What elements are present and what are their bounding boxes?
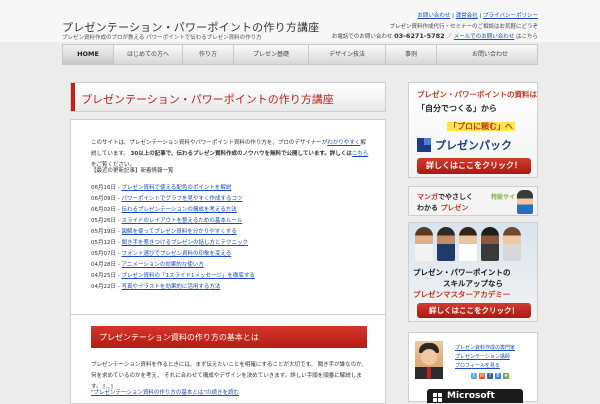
updates-list: 06月16日 - プレゼン資料で使える配色のポイントを解説 06月09日 - パ… bbox=[91, 183, 371, 293]
list-item: 06月16日 - プレゼン資料で使える配色のポイントを解説 bbox=[91, 185, 232, 191]
phone-number: 03-6271-5782 bbox=[394, 32, 445, 40]
nav-basics[interactable]: プレゼン基礎 bbox=[234, 45, 309, 64]
windows-icon bbox=[433, 393, 442, 402]
header-phone: お電話でのお問い合わせ 03-6271-5782 ／ メールでのお問い合わせ は… bbox=[331, 32, 538, 40]
manga-banner[interactable]: マンガでやさしく わかる プレゼン 特設サイト bbox=[408, 186, 538, 216]
hatena-icon[interactable]: B bbox=[495, 373, 501, 379]
update-link[interactable]: 伝わるプレゼンテーションの構成を考える方法 bbox=[121, 207, 236, 213]
read-more-link[interactable]: "プレゼンテーション資料の作り方の基本とは"の続きを読む bbox=[91, 388, 239, 396]
site-subtitle: プレゼン資料作成のプロが教える パワーポイントで伝わるプレゼン資料の作り方 bbox=[62, 35, 262, 41]
manga-character-icon bbox=[517, 190, 533, 214]
list-item: 05月19日 - 図解を使ってプレゼン資料を分かりやすくする bbox=[91, 229, 237, 235]
profile-links: プレゼン資料作成の専門家 プレゼンテーション講師 プロフィールを見る bbox=[455, 344, 515, 371]
update-link[interactable]: フォント選びでプレゼン資料の印象を変える bbox=[121, 251, 231, 257]
profile-link[interactable]: プレゼン資料作成の専門家 bbox=[455, 344, 515, 353]
academy-banner[interactable]: プレゼン・パワーポイントの スキルアップなら プレゼンマスターアカデミー 詳しく… bbox=[408, 222, 538, 322]
header-links: お問い合わせ | 運営会社 | プライバシーポリシー bbox=[417, 13, 538, 19]
intro-link-2[interactable]: こちら bbox=[352, 151, 369, 157]
people-photo bbox=[409, 223, 537, 261]
list-item: 06月02日 - 伝わるプレゼンテーションの構成を考える方法 bbox=[91, 207, 237, 213]
update-link[interactable]: 写真やイラストを効果的に活用する方法 bbox=[121, 284, 220, 290]
article-title[interactable]: プレゼンテーション資料の作り方の基本とは bbox=[99, 332, 259, 343]
presenpack-banner[interactable]: プレゼン・パワーポイントの資料は 「自分でつくる」から 「プロに頼む」へ プレゼ… bbox=[408, 82, 538, 178]
list-item: 05月26日 - スライドのレイアウトを整えるための基本ルール bbox=[91, 218, 243, 224]
twitter-icon[interactable]: t bbox=[471, 373, 477, 379]
list-item: 05月07日 - フォント選びでプレゼン資料の印象を変える bbox=[91, 251, 232, 257]
nav-home[interactable]: HOME bbox=[63, 45, 114, 64]
main-nav: HOME はじめての方へ 作り方 プレゼン基礎 デザイン技法 事例 お問い合わせ bbox=[62, 44, 538, 65]
heading-accent bbox=[71, 83, 75, 111]
update-link[interactable]: アニメーションの効果的な使い方 bbox=[121, 262, 203, 268]
list-item: 06月09日 - パワーポイントでグラフを見やすく作成するコツ bbox=[91, 196, 243, 202]
rss-icon[interactable]: ★ bbox=[503, 373, 509, 379]
article-card: プレゼンテーション資料の作り方の基本とは プレゼンテーション資料を作るときには、… bbox=[70, 314, 386, 404]
header-link-contact[interactable]: お問い合わせ bbox=[417, 13, 450, 19]
nav-contact[interactable]: お問い合わせ bbox=[437, 45, 543, 64]
nav-design[interactable]: デザイン技法 bbox=[309, 45, 386, 64]
email-contact-link[interactable]: メールでのお問い合わせ bbox=[454, 34, 515, 40]
update-link[interactable]: プレゼン資料で使える配色のポイントを解説 bbox=[121, 185, 231, 191]
facebook-icon[interactable]: f bbox=[487, 373, 493, 379]
nav-cases[interactable]: 事例 bbox=[386, 45, 437, 64]
update-link[interactable]: 図解を使ってプレゼン資料を分かりやすくする bbox=[121, 229, 236, 235]
nav-howto[interactable]: 作り方 bbox=[183, 45, 234, 64]
academy-detail-button[interactable]: 詳しくはここをクリック！ bbox=[417, 303, 531, 318]
page-heading: プレゼンテーション・パワーポイントの作り方講座 bbox=[70, 82, 386, 112]
header: プレゼンテーション・パワーポイントの作り方講座 プレゼン資料作成のプロが教える … bbox=[0, 0, 600, 42]
intro-link-1[interactable]: わかりやすく bbox=[327, 140, 360, 146]
microsoft-logo: Microsoft bbox=[427, 389, 523, 403]
update-link[interactable]: 聞き手を惹きつけるプレゼンの話し方とテクニック bbox=[121, 240, 248, 246]
update-link[interactable]: スライドのレイアウトを整えるための基本ルール bbox=[121, 218, 242, 224]
avatar[interactable] bbox=[415, 341, 443, 379]
list-item: 04月28日 - アニメーションの効果的な使い方 bbox=[91, 262, 204, 268]
list-item: 04月22日 - 写真やイラストを効果的に活用する方法 bbox=[91, 284, 221, 290]
list-item: 05月12日 - 聞き手を惹きつけるプレゼンの話し方とテクニック bbox=[91, 240, 248, 246]
profile-link[interactable]: プロフィールを見る bbox=[455, 362, 515, 371]
header-note: プレゼン資料作成代行・セミナーのご相談はお気軽にどうぞ bbox=[389, 24, 538, 30]
banner-detail-button[interactable]: 詳しくはここをクリック！ bbox=[417, 158, 531, 174]
profile-box: プレゼン資料作成の専門家 プレゼンテーション講師 プロフィールを見る t ✉ f… bbox=[408, 332, 538, 403]
header-link-company[interactable]: 運営会社 bbox=[456, 13, 478, 19]
header-link-privacy[interactable]: プライバシーポリシー bbox=[483, 13, 538, 19]
social-icons: t ✉ f B ★ bbox=[471, 373, 509, 379]
page-title: プレゼンテーション・パワーポイントの作り方講座 bbox=[81, 93, 334, 106]
list-item: 04月25日 - プレゼン資料の「1スライド1メッセージ」を徹底する bbox=[91, 273, 255, 279]
update-link[interactable]: パワーポイントでグラフを見やすく作成するコツ bbox=[121, 196, 242, 202]
article-title-bar[interactable]: プレゼンテーション資料の作り方の基本とは bbox=[91, 326, 367, 348]
profile-link[interactable]: プレゼンテーション講師 bbox=[455, 353, 515, 362]
presenpack-logo: プレゼンパック bbox=[417, 136, 529, 154]
updates-label: 【最近の更新記事】新着情報一覧 bbox=[91, 168, 174, 174]
nav-beginners[interactable]: はじめての方へ bbox=[114, 45, 183, 64]
mail-icon[interactable]: ✉ bbox=[479, 373, 485, 379]
update-link[interactable]: プレゼン資料の「1スライド1メッセージ」を徹底する bbox=[121, 273, 254, 279]
